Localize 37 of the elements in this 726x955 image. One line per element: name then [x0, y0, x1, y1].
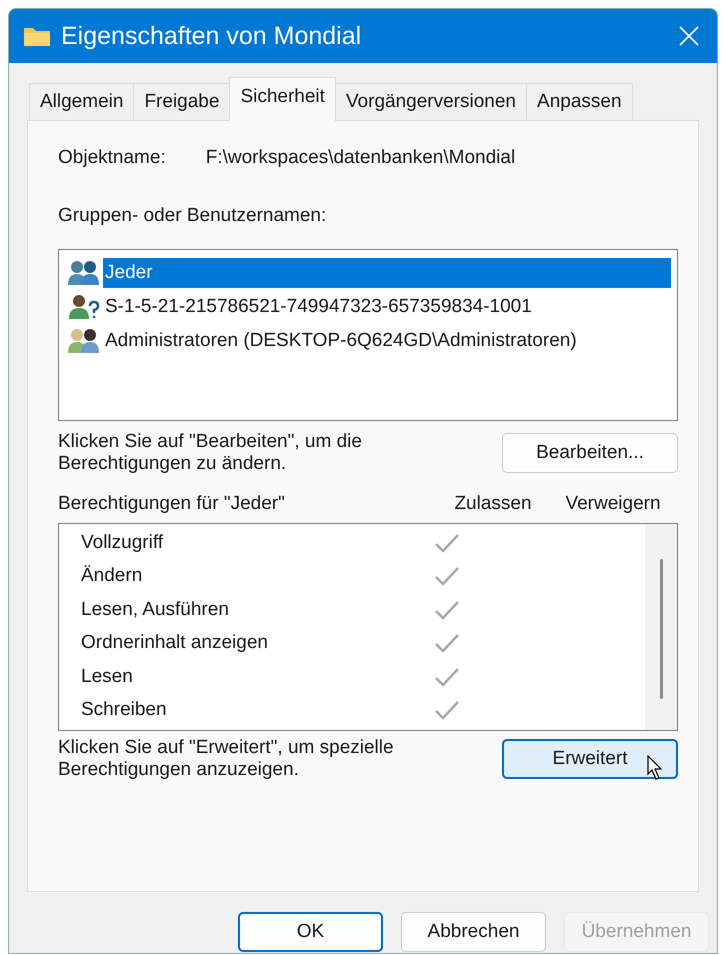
dialog-button[interactable]: Abbrechen — [401, 912, 546, 952]
scrollbar[interactable] — [645, 524, 677, 730]
user-list-item[interactable]: Jeder — [103, 258, 671, 288]
dialog-button[interactable]: OK — [238, 912, 383, 952]
close-icon — [678, 25, 700, 47]
tab[interactable]: Allgemein — [29, 83, 134, 121]
object-name-value: F:\workspaces\datenbanken\Mondial — [206, 147, 516, 169]
column-header: Zulassen — [453, 493, 533, 515]
user-list-item[interactable]: S-1-5-21-215786521-749947323-657359834-1001 — [103, 292, 671, 322]
users-icon — [67, 260, 101, 286]
tab[interactable]: Anpassen — [526, 83, 633, 121]
checkmark-icon — [434, 632, 460, 654]
users-icon — [67, 328, 101, 354]
object-name-label: Objektname: — [58, 147, 166, 169]
checkmark-icon — [434, 666, 460, 688]
checkmark-icon — [434, 598, 460, 621]
edit-hint: Klicken Sie auf "Bearbeiten", um die Berechtigungen zu ändern. — [58, 431, 363, 475]
permission-name: Lesen, Ausführen — [81, 598, 230, 621]
permission-name: Schreiben — [81, 699, 168, 722]
checkmark-icon — [434, 532, 460, 554]
advanced-button[interactable]: Erweitert — [502, 739, 678, 779]
checkmark-icon — [434, 565, 460, 588]
tab[interactable]: Sicherheit — [229, 77, 336, 121]
permission-name: Lesen — [81, 666, 134, 688]
column-header: Verweigern — [564, 493, 662, 515]
permission-name: Ändern — [81, 565, 144, 588]
permissions-label: Berechtigungen für "Jeder" — [58, 493, 286, 515]
user-list-item[interactable]: Administratoren (DESKTOP-6Q624GD\Administratoren) — [103, 326, 671, 356]
checkmark-icon — [434, 699, 460, 722]
folder-icon — [23, 25, 51, 47]
unknown-user-icon — [67, 294, 101, 320]
advanced-hint: Klicken Sie auf "Erweitert", um spezielle Berechtigungen anzuzeigen. — [58, 737, 395, 781]
permission-name: Ordnerinhalt anzeigen — [81, 632, 269, 654]
edit-button[interactable]: Bearbeiten... — [502, 433, 678, 473]
groups-label: Gruppen- oder Benutzernamen: — [58, 205, 328, 227]
window-title: Eigenschaften von Mondial — [61, 22, 362, 50]
permission-name: Vollzugriff — [81, 532, 164, 554]
